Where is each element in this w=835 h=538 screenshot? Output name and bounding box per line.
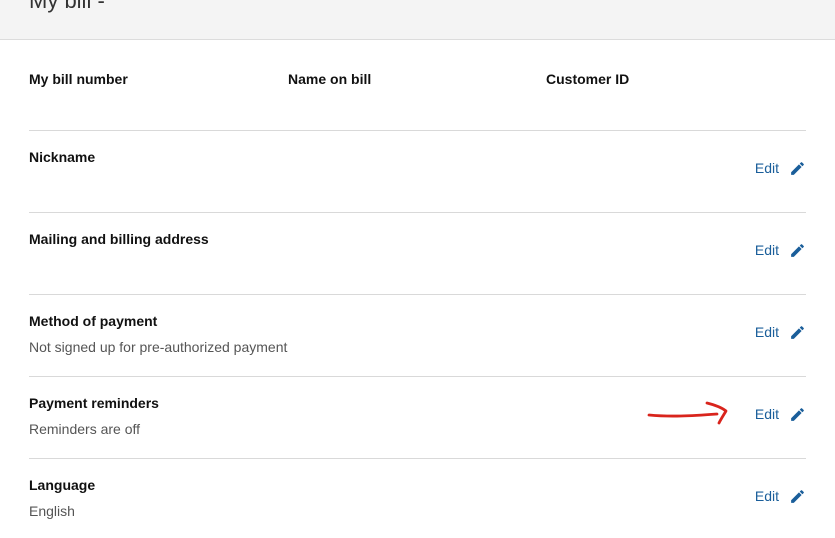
section-title: Language (29, 477, 96, 493)
section-value: English (29, 503, 75, 519)
edit-payment-method-button[interactable]: Edit (755, 323, 806, 341)
page-header: My bill - (0, 0, 835, 40)
page-title: My bill - (29, 0, 105, 13)
section-title: Mailing and billing address (29, 231, 209, 247)
edit-label: Edit (754, 488, 779, 504)
customer-id-label: Customer ID (546, 71, 630, 87)
red-arrow-annotation-icon (647, 401, 728, 425)
pencil-icon (791, 325, 804, 339)
section-title: Payment reminders (29, 395, 159, 411)
section-title: Nickname (29, 149, 96, 165)
pencil-icon (791, 161, 804, 175)
section-value: Not signed up for pre-authorized payment (29, 339, 288, 355)
section-value: Reminders are off (29, 421, 141, 437)
section-language: Language English Edit (29, 458, 806, 538)
bill-summary-row: My bill number Name on bill Customer ID (29, 71, 809, 91)
section-payment-method: Method of payment Not signed up for pre-… (29, 294, 806, 377)
my-bill-page: My bill - My bill number Name on bill Cu… (0, 0, 835, 538)
edit-label: Edit (754, 324, 779, 340)
pencil-icon (791, 489, 804, 503)
section-title: Method of payment (29, 313, 158, 329)
edit-address-button[interactable]: Edit (755, 241, 806, 259)
pencil-icon (791, 407, 804, 421)
edit-payment-reminders-button[interactable]: Edit (755, 405, 806, 423)
edit-language-button[interactable]: Edit (755, 487, 806, 505)
section-address: Mailing and billing address Edit (29, 212, 806, 295)
bill-number-label: My bill number (29, 71, 128, 87)
name-on-bill-label: Name on bill (288, 71, 372, 87)
edit-label: Edit (754, 160, 779, 176)
section-nickname: Nickname Edit (29, 130, 806, 213)
edit-label: Edit (754, 406, 779, 422)
edit-label: Edit (754, 242, 779, 258)
pencil-icon (791, 243, 804, 257)
edit-nickname-button[interactable]: Edit (755, 159, 806, 177)
